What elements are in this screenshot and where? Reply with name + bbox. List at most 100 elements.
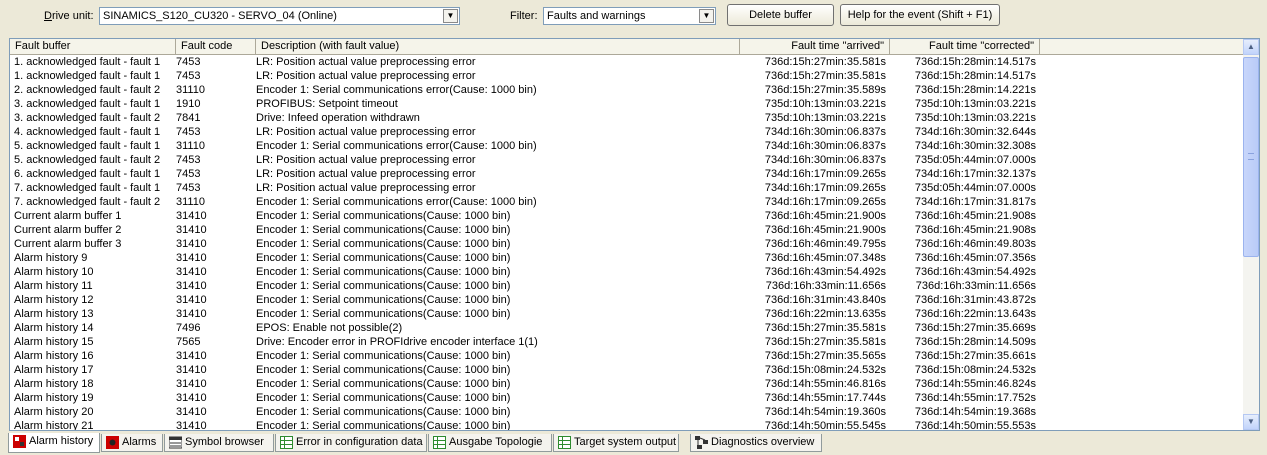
table-row[interactable]: 7. acknowledged fault - fault 1 7453 LR: P… <box>10 181 1244 195</box>
header-description[interactable]: Description (with fault value) <box>256 39 740 55</box>
cell-fault-buffer: Alarm history 9 <box>14 252 88 264</box>
toolbar: Drive unit: SINAMICS_S120_CU320 - SERVO_… <box>0 0 1267 36</box>
tab-label: Diagnostics overview <box>711 436 815 448</box>
cell-fault-code: 31410 <box>176 238 207 250</box>
cell-description: Encoder 1: Serial communications(Cause: … <box>256 350 511 362</box>
table-row[interactable]: Alarm history 14 7496 EPOS: Enable not pos… <box>10 321 1244 335</box>
table-icon <box>280 436 293 449</box>
table-row[interactable]: Alarm history 20 31410 Encoder 1: Serial c… <box>10 405 1244 419</box>
cell-time-arrived: 736d:15h:27min:35.581s <box>764 322 886 334</box>
table-row[interactable]: 4. acknowledged fault - fault 1 7453 LR: P… <box>10 125 1244 139</box>
table-row[interactable]: 5. acknowledged fault - fault 2 7453 LR: P… <box>10 153 1244 167</box>
table-row[interactable]: Alarm history 15 7565 Drive: Encoder error… <box>10 335 1244 349</box>
cell-description: Encoder 1: Serial communications error(C… <box>256 196 537 208</box>
header-fault-time-corrected[interactable]: Fault time "corrected" <box>890 39 1040 55</box>
header-fault-code[interactable]: Fault code <box>176 39 256 55</box>
scroll-thumb[interactable] <box>1243 57 1259 257</box>
table-row[interactable]: Alarm history 10 31410 Encoder 1: Serial c… <box>10 265 1244 279</box>
table-row[interactable]: Current alarm buffer 2 31410 Encoder 1: Se… <box>10 223 1244 237</box>
cell-time-arrived: 736d:15h:08min:24.532s <box>764 364 886 376</box>
cell-fault-code: 7453 <box>176 126 201 138</box>
table-body: 1. acknowledged fault - fault 1 7453 LR: P… <box>10 55 1244 431</box>
table-row[interactable]: 2. acknowledged fault - fault 2 31110 Enco… <box>10 83 1244 97</box>
table-row[interactable]: Alarm history 18 31410 Encoder 1: Serial c… <box>10 377 1244 391</box>
tab-alarms[interactable]: Alarms <box>101 434 163 452</box>
drive-unit-select[interactable]: SINAMICS_S120_CU320 - SERVO_04 (Online) … <box>99 7 460 25</box>
cell-time-corrected: 736d:16h:45min:07.356s <box>914 252 1036 264</box>
table-row[interactable]: 3. acknowledged fault - fault 2 7841 Drive… <box>10 111 1244 125</box>
table-row[interactable]: 6. acknowledged fault - fault 1 7453 LR: P… <box>10 167 1244 181</box>
header-fault-buffer[interactable]: Fault buffer <box>10 39 176 55</box>
cell-time-arrived: 735d:10h:13min:03.221s <box>764 98 886 110</box>
table-row[interactable]: 1. acknowledged fault - fault 1 7453 LR: P… <box>10 55 1244 69</box>
cell-time-corrected: 734d:16h:17min:32.137s <box>914 168 1036 180</box>
table-row[interactable]: Alarm history 21 31410 Encoder 1: Serial c… <box>10 419 1244 431</box>
cell-description: LR: Position actual value preprocessing … <box>256 56 476 68</box>
cell-time-corrected: 736d:15h:27min:35.669s <box>914 322 1036 334</box>
cell-description: Encoder 1: Serial communications(Cause: … <box>256 420 511 431</box>
table-row[interactable]: Alarm history 17 31410 Encoder 1: Serial c… <box>10 363 1244 377</box>
cell-fault-code: 7453 <box>176 154 201 166</box>
cell-time-corrected: 734d:16h:17min:31.817s <box>914 196 1036 208</box>
table-row[interactable]: Alarm history 13 31410 Encoder 1: Serial c… <box>10 307 1244 321</box>
table-row[interactable]: Alarm history 16 31410 Encoder 1: Serial c… <box>10 349 1244 363</box>
cell-description: Drive: Infeed operation withdrawn <box>256 112 420 124</box>
cell-time-arrived: 736d:14h:50min:55.545s <box>764 420 886 431</box>
cell-time-corrected: 736d:15h:27min:35.661s <box>914 350 1036 362</box>
tab-alarm-history[interactable]: Alarm history <box>8 433 100 453</box>
cell-fault-code: 7453 <box>176 56 201 68</box>
cell-fault-buffer: Alarm history 13 <box>14 308 94 320</box>
cell-description: LR: Position actual value preprocessing … <box>256 126 476 138</box>
tab-ausgabe-topologie[interactable]: Ausgabe Topologie <box>428 434 552 452</box>
cell-fault-buffer: Alarm history 17 <box>14 364 94 376</box>
cell-time-corrected: 736d:16h:45min:21.908s <box>914 210 1036 222</box>
scroll-down-icon[interactable]: ▼ <box>1243 414 1259 430</box>
cell-time-corrected: 736d:15h:28min:14.509s <box>914 336 1036 348</box>
cell-description: LR: Position actual value preprocessing … <box>256 70 476 82</box>
delete-buffer-button[interactable]: Delete buffer <box>727 4 834 26</box>
cell-time-arrived: 736d:14h:54min:19.360s <box>764 406 886 418</box>
cell-fault-code: 31410 <box>176 364 207 376</box>
tab-error-in-configuration-data[interactable]: Error in configuration data <box>275 434 427 452</box>
cell-time-arrived: 736d:16h:45min:21.900s <box>764 210 886 222</box>
chevron-down-icon[interactable]: ▼ <box>443 9 458 23</box>
table-row[interactable]: Alarm history 19 31410 Encoder 1: Serial c… <box>10 391 1244 405</box>
tab-target-system-output[interactable]: Target system output <box>553 434 679 452</box>
cell-description: Encoder 1: Serial communications(Cause: … <box>256 280 511 292</box>
cell-fault-buffer: Alarm history 15 <box>14 336 94 348</box>
table-row[interactable]: Current alarm buffer 1 31410 Encoder 1: Se… <box>10 209 1244 223</box>
filter-value: Faults and warnings <box>547 10 646 22</box>
table-row[interactable]: Alarm history 12 31410 Encoder 1: Serial c… <box>10 293 1244 307</box>
cell-fault-buffer: Alarm history 19 <box>14 392 94 404</box>
chevron-down-icon[interactable]: ▼ <box>699 9 714 23</box>
fault-table: Fault buffer Fault code Description (wit… <box>9 38 1260 431</box>
table-row[interactable]: Current alarm buffer 3 31410 Encoder 1: Se… <box>10 237 1244 251</box>
table-row[interactable]: 1. acknowledged fault - fault 1 7453 LR: P… <box>10 69 1244 83</box>
vertical-scrollbar[interactable]: ▲ ▼ <box>1243 39 1259 430</box>
table-row[interactable]: Alarm history 9 31410 Encoder 1: Serial co… <box>10 251 1244 265</box>
cell-fault-code: 1910 <box>176 98 201 110</box>
cell-time-arrived: 734d:16h:17min:09.265s <box>764 182 886 194</box>
cell-time-arrived: 734d:16h:30min:06.837s <box>764 140 886 152</box>
symbol-browser-icon <box>168 436 183 449</box>
cell-time-corrected: 736d:14h:55min:46.824s <box>914 378 1036 390</box>
cell-time-corrected: 736d:14h:50min:55.553s <box>914 420 1036 431</box>
table-row[interactable]: 7. acknowledged fault - fault 2 31110 Enco… <box>10 195 1244 209</box>
table-row[interactable]: 3. acknowledged fault - fault 1 1910 PROFI… <box>10 97 1244 111</box>
cell-fault-buffer: Current alarm buffer 3 <box>14 238 122 250</box>
help-event-button[interactable]: Help for the event (Shift + F1) <box>840 4 1000 26</box>
cell-fault-code: 31410 <box>176 266 207 278</box>
scroll-up-icon[interactable]: ▲ <box>1243 39 1259 55</box>
table-row[interactable]: 5. acknowledged fault - fault 1 31110 Enco… <box>10 139 1244 153</box>
header-filler <box>1040 39 1244 55</box>
tab-diagnostics-overview[interactable]: Diagnostics overview <box>690 434 822 452</box>
cell-fault-buffer: Alarm history 12 <box>14 294 94 306</box>
tab-label: Alarms <box>122 436 157 448</box>
cell-time-corrected: 734d:16h:30min:32.644s <box>914 126 1036 138</box>
header-fault-time-arrived[interactable]: Fault time "arrived" <box>740 39 890 55</box>
table-row[interactable]: Alarm history 11 31410 Encoder 1: Serial c… <box>10 279 1244 293</box>
filter-select[interactable]: Faults and warnings ▼ <box>543 7 716 25</box>
cell-fault-code: 31410 <box>176 308 207 320</box>
tab-symbol-browser[interactable]: Symbol browser <box>164 434 274 452</box>
cell-fault-code: 31410 <box>176 350 207 362</box>
